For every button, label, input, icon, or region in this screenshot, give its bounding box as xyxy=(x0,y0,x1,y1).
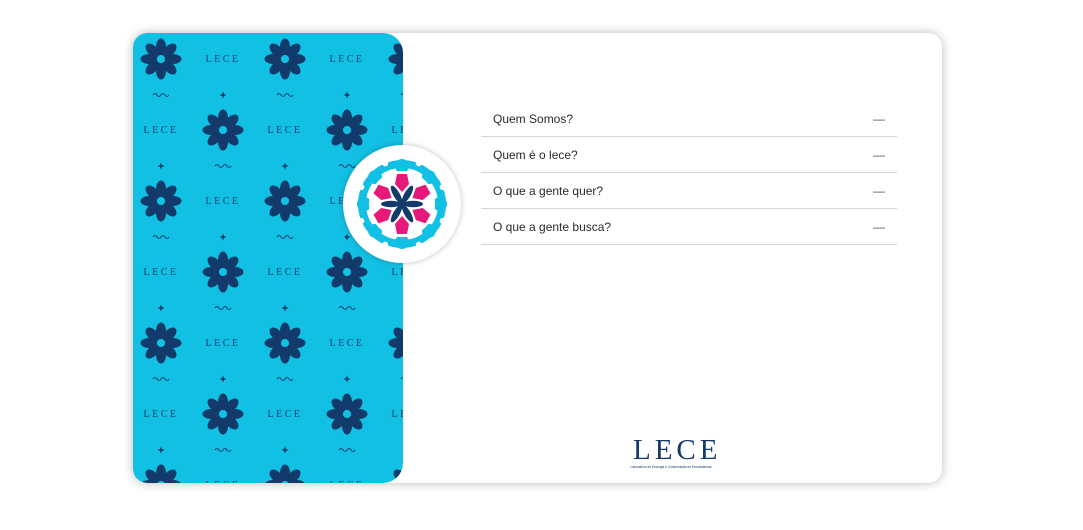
sparkle-icon xyxy=(343,91,351,99)
flower-icon xyxy=(264,464,306,483)
wave-icon xyxy=(214,164,232,168)
pattern-word: LECE xyxy=(206,338,241,349)
sparkle-icon xyxy=(343,375,351,383)
pattern-word: LECE xyxy=(392,125,404,136)
collapse-icon[interactable]: — xyxy=(873,220,885,234)
wave-icon xyxy=(400,377,403,380)
flower-icon xyxy=(140,180,182,222)
pattern-word: LECE xyxy=(144,125,179,136)
sparkle-icon xyxy=(219,233,227,241)
flower-icon xyxy=(388,43,403,75)
brand-name: LECE xyxy=(633,434,722,466)
flower-icon xyxy=(140,464,182,483)
collapse-icon[interactable]: — xyxy=(873,112,885,126)
faq-item-o-que-a-gente-quer[interactable]: O que a gente quer? — xyxy=(481,173,897,209)
pattern-word: LECE xyxy=(268,409,303,420)
wave-icon xyxy=(338,448,356,452)
faq-question: Quem Somos? xyxy=(493,111,574,126)
wave-icon xyxy=(152,377,170,381)
faq-item-quem-somos[interactable]: Quem Somos? — xyxy=(481,101,897,137)
flower-icon xyxy=(326,109,368,151)
pattern-word: LECE xyxy=(392,409,404,420)
flower-icon xyxy=(326,251,368,293)
flower-icon xyxy=(202,393,244,435)
pattern-word: LECE xyxy=(268,267,303,278)
flower-icon xyxy=(326,393,368,435)
brand-subtitle: Laboratório de Ecologia e Conservação de… xyxy=(630,465,712,469)
sparkle-icon xyxy=(157,162,165,170)
wave-icon xyxy=(214,448,232,452)
main-card: LECELECELECELECELECELECELECELECELECELECE… xyxy=(133,33,942,483)
faq-item-quem-e-o-lece[interactable]: Quem é o lece? — xyxy=(481,137,897,173)
logo-emblem xyxy=(343,145,461,263)
sparkle-icon xyxy=(157,304,165,312)
sparkle-icon xyxy=(343,233,351,241)
pattern-word: LECE xyxy=(330,480,365,483)
pattern-word: LECE xyxy=(206,480,241,483)
flower-icon xyxy=(264,322,306,364)
pattern-word: LECE xyxy=(144,409,179,420)
sparkle-icon xyxy=(219,375,227,383)
flower-icon xyxy=(388,327,403,359)
sparkle-icon xyxy=(157,446,165,454)
wave-icon xyxy=(400,93,403,96)
brand-pattern-panel: LECE LECE LECE LECE LECE LECE LECE LECE LECE LECE… xyxy=(133,33,403,483)
flower-icon xyxy=(264,38,306,80)
collapse-icon[interactable]: — xyxy=(873,148,885,162)
flower-icon xyxy=(264,180,306,222)
wave-icon xyxy=(214,306,232,310)
pattern-word: LECE xyxy=(392,267,404,278)
wave-icon xyxy=(276,377,294,381)
faq-item-o-que-a-gente-busca[interactable]: O que a gente busca? — xyxy=(481,209,897,245)
flower-icon xyxy=(202,109,244,151)
wave-icon xyxy=(152,235,170,239)
flower-icon xyxy=(388,469,403,483)
pattern-word: LECE xyxy=(330,54,365,65)
pattern-word: LECE xyxy=(206,54,241,65)
pattern-word: LECE xyxy=(330,338,365,349)
sparkle-icon xyxy=(219,91,227,99)
flower-emblem-icon xyxy=(357,159,447,249)
wave-icon xyxy=(338,306,356,310)
sparkle-icon xyxy=(281,304,289,312)
sparkle-icon xyxy=(281,162,289,170)
pattern-word: LECE xyxy=(206,196,241,207)
faq-question: O que a gente quer? xyxy=(493,183,604,198)
pattern-graphic: LECE LECE LECE LECE LECE LECE LECE LECE LECE LECE… xyxy=(140,38,404,483)
pattern-word: LECE xyxy=(144,267,179,278)
sparkle-icon xyxy=(281,446,289,454)
flower-icon xyxy=(202,251,244,293)
wave-icon xyxy=(276,93,294,97)
pattern-word: LECE xyxy=(268,125,303,136)
wave-icon xyxy=(152,93,170,97)
brand-logo: LECE Laboratório de Ecologia e Conservaç… xyxy=(629,434,722,470)
faq-accordion: Quem Somos? — Quem é o lece? — O que a g… xyxy=(481,101,897,245)
wave-icon xyxy=(276,235,294,239)
faq-question: O que a gente busca? xyxy=(493,219,612,234)
flower-icon xyxy=(140,322,182,364)
flower-icon xyxy=(140,38,182,80)
collapse-icon[interactable]: — xyxy=(873,184,885,198)
faq-question: Quem é o lece? xyxy=(493,147,578,162)
